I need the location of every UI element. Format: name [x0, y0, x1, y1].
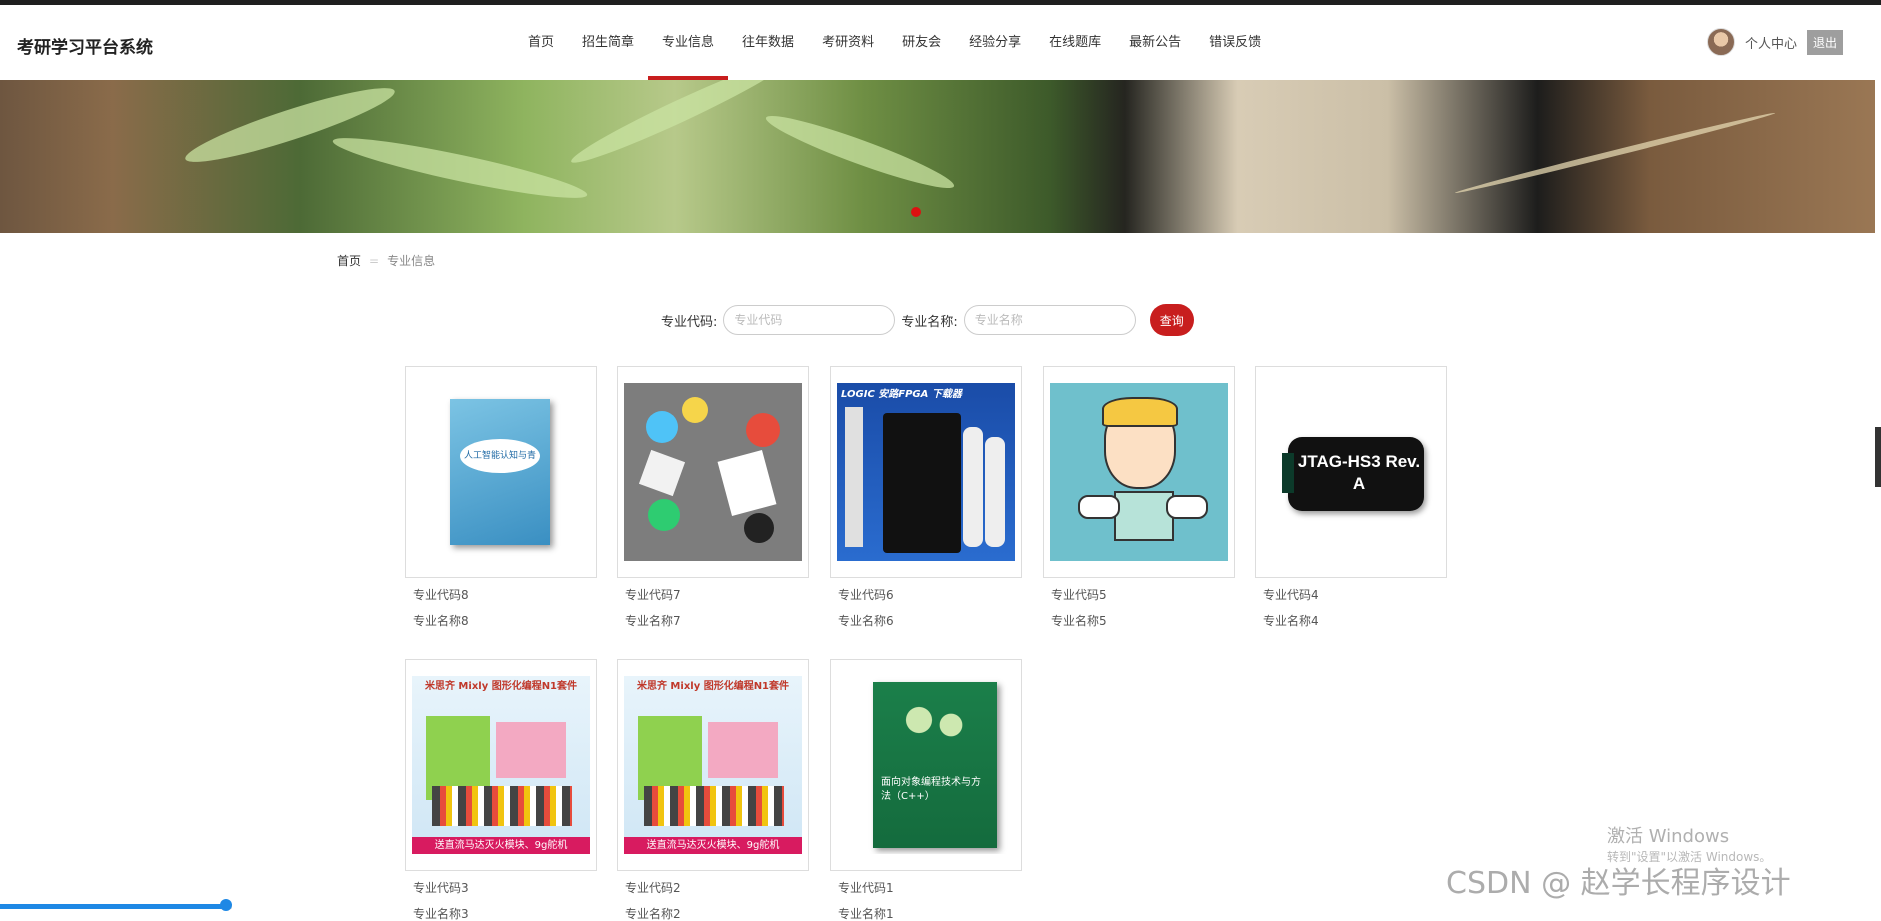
- list-item[interactable]: LOGIC 安路FPGA 下载器 专业代码6 专业名称6: [830, 366, 1022, 628]
- nav-item-question-bank[interactable]: 在线题库: [1035, 5, 1115, 80]
- item-name: 专业名称3: [413, 907, 469, 921]
- device-label-text: JTAG-HS3 Rev. A: [1297, 452, 1421, 493]
- video-progress-fill: [0, 904, 226, 909]
- hero-banner[interactable]: [0, 80, 1875, 233]
- code-input[interactable]: [723, 305, 896, 335]
- user-center-link[interactable]: 个人中心: [1745, 33, 1797, 52]
- item-name: 专业名称8: [413, 614, 469, 628]
- kit-image: 米思齐 Mixly 图形化编程N1套件 送直流马达灭火模块、9g舵机: [624, 676, 802, 854]
- user-area: 个人中心 退出: [1707, 28, 1844, 56]
- book-cover-image: 人工智能认知与青少年编程: [412, 383, 590, 561]
- site-header: 考研学习平台系统 首页 招生简章 专业信息 往年数据 考研资料 研友会 经验分享…: [0, 5, 1875, 80]
- code-label: 专业代码:: [661, 314, 718, 330]
- video-progress-handle[interactable]: [220, 899, 232, 911]
- item-thumbnail[interactable]: [617, 366, 809, 578]
- book-cover-image: 面向对象编程技术与方法（C++）: [837, 676, 1015, 854]
- item-code: 专业代码6: [838, 588, 894, 602]
- kit-banner-text: 送直流马达灭火模块、9g舵机: [624, 837, 802, 854]
- item-code: 专业代码5: [1051, 588, 1107, 602]
- illustration-image: [624, 383, 802, 561]
- breadcrumb-separator: =: [369, 254, 380, 268]
- item-code: 专业代码2: [625, 881, 681, 895]
- list-item[interactable]: 专业代码7 专业名称7: [617, 366, 809, 628]
- avatar[interactable]: [1707, 28, 1735, 56]
- item-thumbnail[interactable]: [1043, 366, 1235, 578]
- logout-button[interactable]: 退出: [1807, 29, 1844, 55]
- list-item[interactable]: 米思齐 Mixly 图形化编程N1套件 送直流马达灭火模块、9g舵机 专业代码3…: [405, 659, 597, 921]
- scrollbar-thumb[interactable]: [1875, 427, 1881, 487]
- name-input[interactable]: [963, 305, 1136, 335]
- nav-item-home[interactable]: 首页: [514, 5, 568, 80]
- item-code: 专业代码7: [625, 588, 681, 602]
- item-thumbnail[interactable]: 人工智能认知与青少年编程: [405, 366, 597, 578]
- nav-item-study-group[interactable]: 研友会: [888, 5, 955, 80]
- nav-item-admissions[interactable]: 招生简章: [568, 5, 648, 80]
- nav-item-feedback[interactable]: 错误反馈: [1195, 5, 1275, 80]
- list-item[interactable]: JTAG-HS3 Rev. A 专业代码4 专业名称4: [1255, 366, 1447, 628]
- item-name: 专业名称2: [625, 907, 681, 921]
- item-code: 专业代码1: [838, 881, 894, 895]
- item-name: 专业名称6: [838, 614, 894, 628]
- kit-title-text: 米思齐 Mixly 图形化编程N1套件: [424, 681, 578, 692]
- nav-item-majors[interactable]: 专业信息: [648, 5, 729, 80]
- fpga-image: LOGIC 安路FPGA 下载器: [837, 383, 1015, 561]
- item-thumbnail[interactable]: LOGIC 安路FPGA 下载器: [830, 366, 1022, 578]
- item-name: 专业名称1: [838, 907, 894, 921]
- carousel-indicator[interactable]: [911, 207, 921, 217]
- list-item[interactable]: 人工智能认知与青少年编程 专业代码8 专业名称8: [405, 366, 597, 628]
- item-name: 专业名称5: [1051, 614, 1107, 628]
- nav-item-materials[interactable]: 考研资料: [808, 5, 888, 80]
- kit-image: 米思齐 Mixly 图形化编程N1套件 送直流马达灭火模块、9g舵机: [412, 676, 590, 854]
- item-code: 专业代码3: [413, 881, 469, 895]
- search-button[interactable]: 查询: [1149, 304, 1194, 336]
- item-thumbnail[interactable]: 米思齐 Mixly 图形化编程N1套件 送直流马达灭火模块、9g舵机: [617, 659, 809, 871]
- book-title-text: 人工智能认知与青少年编程: [460, 439, 540, 473]
- name-label: 专业名称:: [901, 314, 958, 330]
- item-thumbnail[interactable]: JTAG-HS3 Rev. A: [1255, 366, 1447, 578]
- csdn-watermark: CSDN @ 赵学长程序设计: [1446, 866, 1791, 901]
- item-thumbnail[interactable]: 面向对象编程技术与方法（C++）: [830, 659, 1022, 871]
- kit-title-text: 米思齐 Mixly 图形化编程N1套件: [636, 681, 790, 692]
- list-item[interactable]: 专业代码5 专业名称5: [1043, 366, 1235, 628]
- item-code: 专业代码4: [1263, 588, 1319, 602]
- cartoon-image: [1050, 383, 1228, 561]
- breadcrumb-home[interactable]: 首页: [337, 254, 361, 268]
- kit-banner-text: 送直流马达灭火模块、9g舵机: [412, 837, 590, 854]
- jtag-image: JTAG-HS3 Rev. A: [1262, 383, 1440, 561]
- book-title-text: 面向对象编程技术与方法（C++）: [881, 777, 981, 802]
- search-bar: 专业代码: 专业名称: 查询: [661, 304, 1194, 336]
- item-name: 专业名称4: [1263, 614, 1319, 628]
- windows-activation-title: 激活 Windows: [1607, 826, 1730, 847]
- breadcrumb-current: 专业信息: [387, 254, 436, 268]
- product-title-text: LOGIC 安路FPGA 下载器: [841, 389, 962, 400]
- item-thumbnail[interactable]: 米思齐 Mixly 图形化编程N1套件 送直流马达灭火模块、9g舵机: [405, 659, 597, 871]
- list-item[interactable]: 米思齐 Mixly 图形化编程N1套件 送直流马达灭火模块、9g舵机 专业代码2…: [617, 659, 809, 921]
- item-name: 专业名称7: [625, 614, 681, 628]
- breadcrumb: 首页 = 专业信息: [337, 252, 435, 269]
- main-nav: 首页 招生简章 专业信息 往年数据 考研资料 研友会 经验分享 在线题库 最新公…: [514, 5, 1275, 80]
- nav-item-past-data[interactable]: 往年数据: [728, 5, 808, 80]
- site-title[interactable]: 考研学习平台系统: [17, 33, 153, 58]
- item-code: 专业代码8: [413, 588, 469, 602]
- list-item[interactable]: 面向对象编程技术与方法（C++） 专业代码1 专业名称1: [830, 659, 1022, 921]
- nav-item-experience[interactable]: 经验分享: [955, 5, 1035, 80]
- nav-item-announcements[interactable]: 最新公告: [1115, 5, 1195, 80]
